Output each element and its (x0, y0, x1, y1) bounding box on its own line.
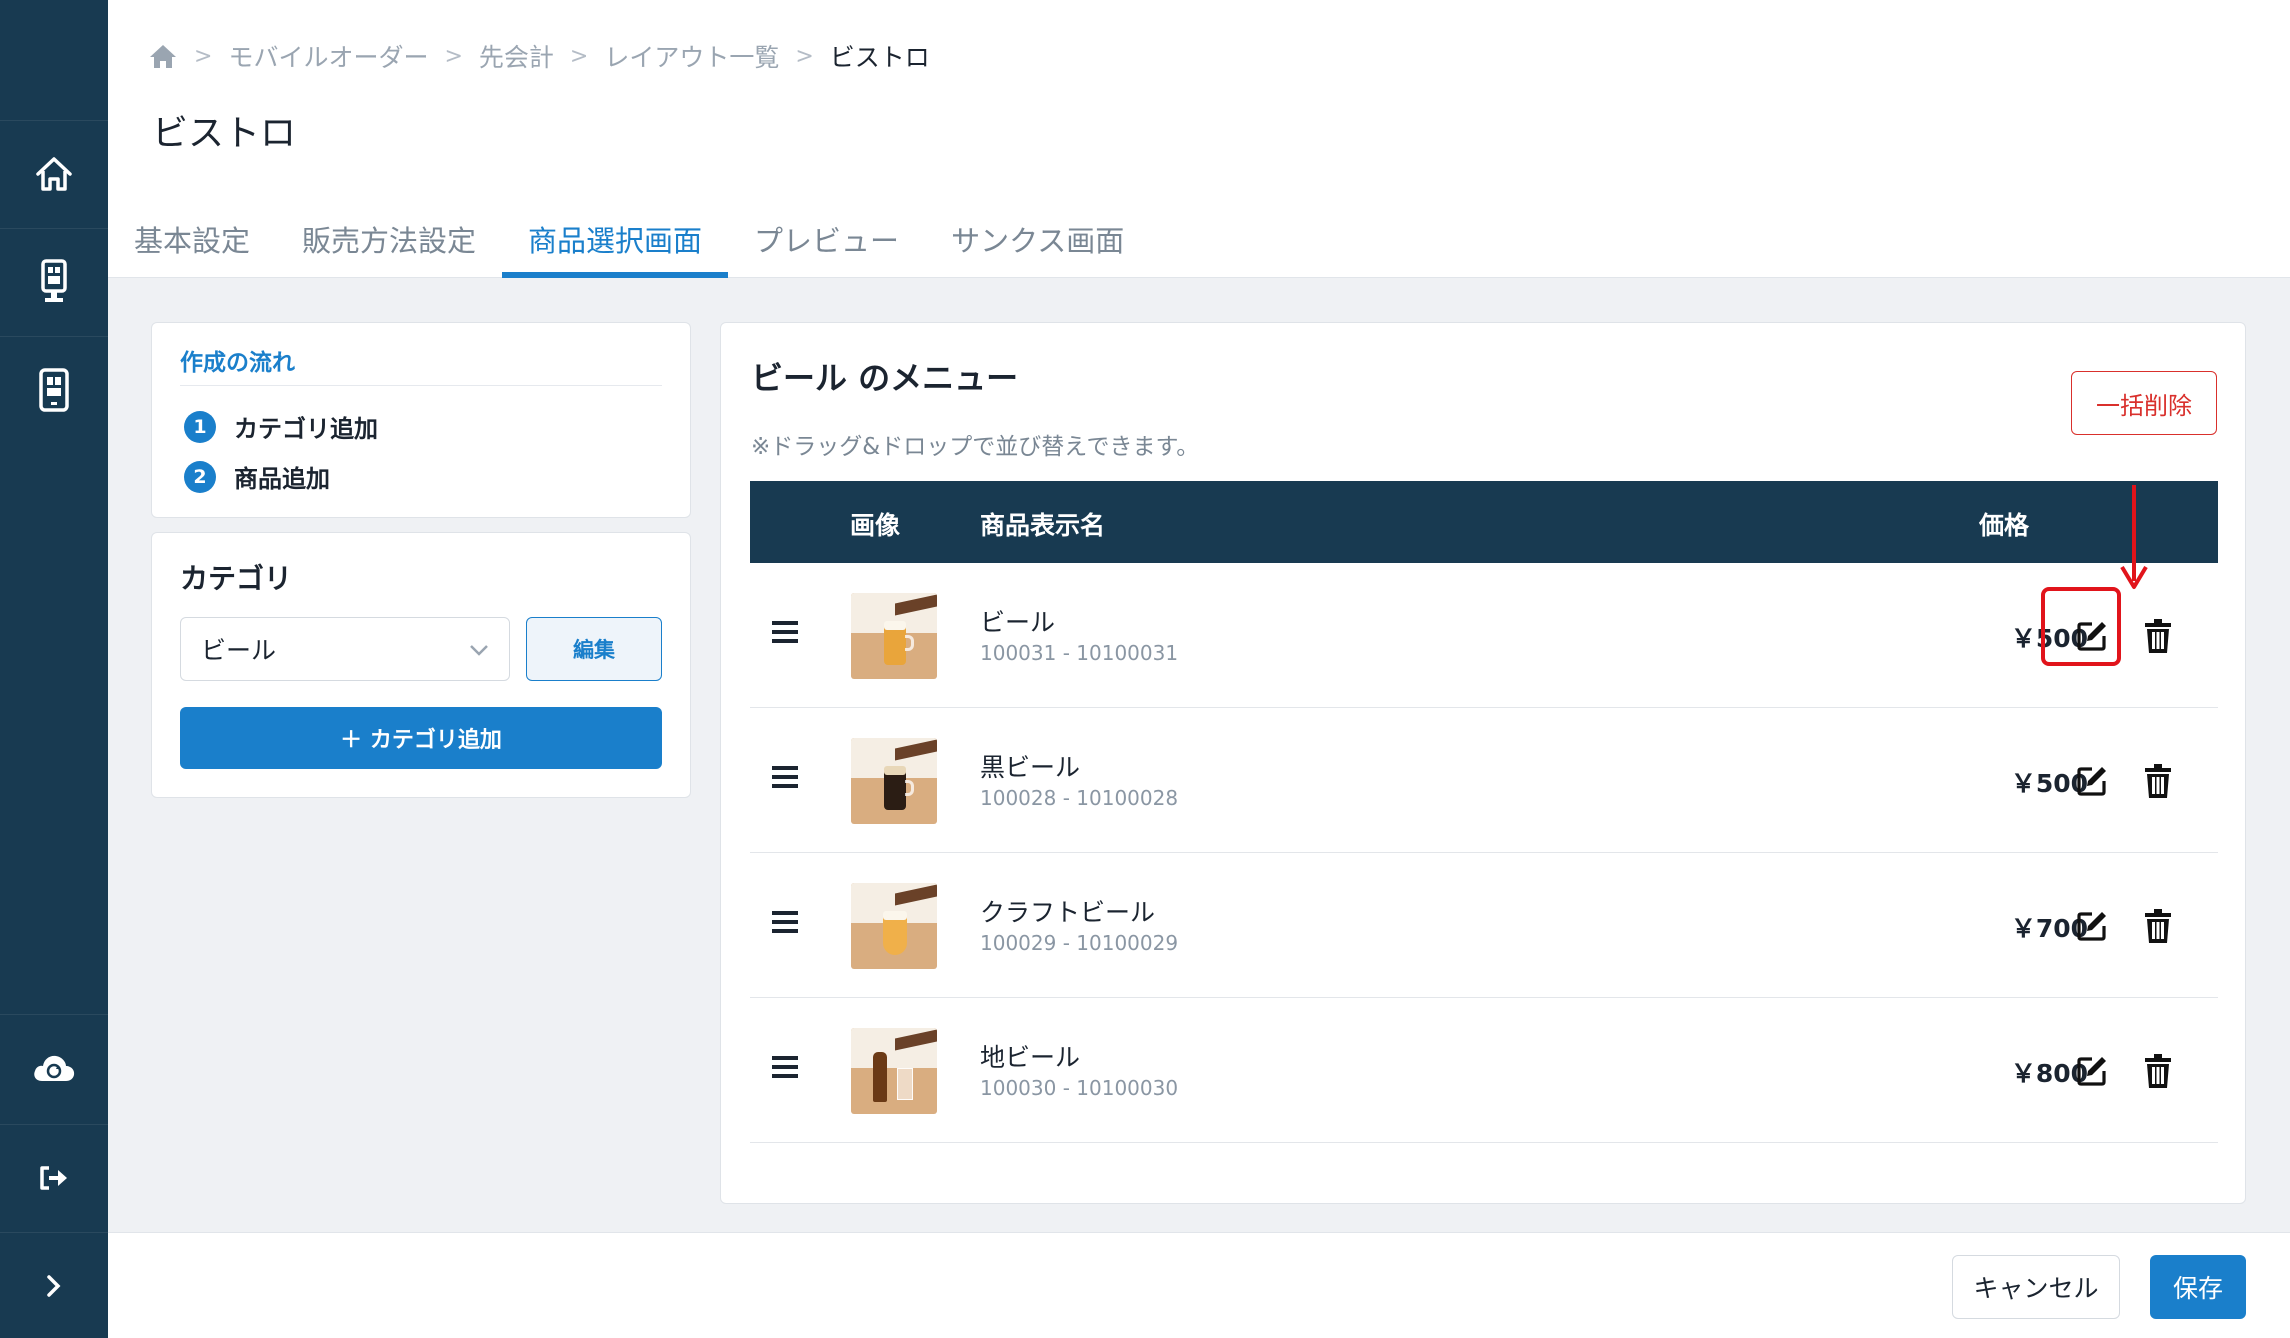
flow-title: 作成の流れ (180, 350, 295, 376)
drag-handle-icon[interactable] (772, 1056, 798, 1078)
flow-step: 2 商品追加 (184, 459, 330, 494)
table-header: 画像 商品表示名 価格 (750, 481, 2218, 563)
table-row[interactable]: ビール 100031 - 10100031 ￥500 (750, 563, 2218, 708)
breadcrumb-separator: > (569, 43, 589, 69)
page-header: > モバイルオーダー > 先会計 > レイアウト一覧 > ビストロ ビストロ 基… (108, 0, 2290, 278)
category-edit-button[interactable]: 編集 (526, 617, 662, 681)
trash-icon[interactable] (2144, 619, 2172, 653)
edit-icon[interactable] (2075, 1054, 2109, 1088)
menu-table-body: ビール 100031 - 10100031 ￥500 黒ビール 100028 -… (750, 563, 2218, 1173)
home-icon[interactable] (148, 43, 178, 69)
bulk-delete-button[interactable]: 一括削除 (2071, 371, 2217, 435)
category-title: カテゴリ (180, 562, 293, 595)
step-number-badge: 1 (184, 410, 216, 443)
category-select[interactable]: ビール (180, 617, 510, 681)
tab-bar: 基本設定 販売方法設定 商品選択画面 プレビュー サンクス画面 (108, 200, 1150, 278)
product-code: 100028 - 10100028 (980, 786, 1179, 810)
divider (180, 385, 662, 386)
breadcrumb: > モバイルオーダー > 先会計 > レイアウト一覧 > ビストロ (148, 38, 930, 74)
table-row[interactable]: 黒ビール 100028 - 10100028 ￥500 (750, 708, 2218, 853)
table-row[interactable]: クラフトビール 100029 - 10100029 ￥700 (750, 853, 2218, 998)
sidebar-item-expand[interactable] (0, 1232, 108, 1338)
edit-icon[interactable] (2075, 619, 2109, 653)
drag-drop-note: ※ドラッグ&ドロップで並び替えできます。 (751, 434, 1200, 460)
chevron-down-icon (470, 645, 488, 656)
product-code: 100029 - 10100029 (980, 931, 1179, 955)
kiosk-icon (41, 258, 67, 302)
product-code: 100031 - 10100031 (980, 641, 1179, 665)
menu-title: ビール のメニュー (751, 359, 1019, 397)
sidebar-item-cloud-sync[interactable] (0, 1014, 108, 1120)
sidebar-item-logout[interactable] (0, 1124, 108, 1230)
chevron-right-icon (47, 1274, 61, 1297)
sidebar (0, 0, 108, 1338)
save-button[interactable]: 保存 (2150, 1255, 2246, 1319)
trash-icon[interactable] (2144, 1054, 2172, 1088)
breadcrumb-separator: > (444, 43, 463, 69)
step-label: 商品追加 (234, 465, 330, 493)
flow-step: 1 カテゴリ追加 (184, 409, 378, 444)
product-name: 黒ビール (980, 753, 1081, 782)
breadcrumb-current: ビストロ (829, 43, 930, 72)
sidebar-item-kiosk[interactable] (0, 228, 108, 334)
cancel-button[interactable]: キャンセル (1952, 1255, 2120, 1319)
add-category-button[interactable]: ＋ カテゴリ追加 (180, 707, 662, 769)
trash-icon[interactable] (2144, 909, 2172, 943)
column-header-name: 商品表示名 (980, 511, 1106, 540)
sidebar-item-tablet[interactable] (0, 336, 108, 442)
tab-thanks-screen[interactable]: サンクス画面 (925, 200, 1150, 278)
flow-card: 作成の流れ 1 カテゴリ追加 2 商品追加 (151, 322, 691, 518)
product-name: クラフトビール (980, 898, 1156, 927)
home-icon (36, 156, 72, 191)
breadcrumb-mobile-order[interactable]: モバイルオーダー (228, 38, 428, 74)
product-code: 100030 - 10100030 (980, 1076, 1179, 1100)
tab-preview[interactable]: プレビュー (728, 200, 925, 278)
edit-icon[interactable] (2075, 764, 2109, 798)
drag-handle-icon[interactable] (772, 911, 798, 933)
breadcrumb-layout-list[interactable]: レイアウト一覧 (604, 38, 779, 74)
annotation-arrow-icon (2120, 485, 2148, 589)
edit-icon[interactable] (2075, 909, 2109, 943)
step-number-badge: 2 (184, 460, 216, 493)
product-image-dark-beer (851, 738, 937, 824)
category-selected-value: ビール (201, 636, 277, 665)
page-title: ビストロ (152, 113, 297, 154)
tablet-icon (39, 367, 69, 412)
breadcrumb-separator: > (795, 43, 814, 69)
product-image-local-beer (851, 1028, 937, 1114)
step-label: カテゴリ追加 (234, 415, 378, 443)
table-row[interactable]: 地ビール 100030 - 10100030 ￥800 (750, 998, 2218, 1143)
drag-handle-icon[interactable] (772, 766, 798, 788)
column-header-image: 画像 (850, 511, 901, 540)
product-image-beer (851, 593, 937, 679)
product-name: ビール (980, 608, 1056, 637)
drag-handle-icon[interactable] (772, 621, 798, 643)
tab-sales-method[interactable]: 販売方法設定 (276, 200, 502, 278)
column-header-price: 価格 (1979, 511, 2030, 540)
product-image-craft-beer (851, 883, 937, 969)
footer-bar: キャンセル 保存 (108, 1232, 2290, 1338)
tab-basic-settings[interactable]: 基本設定 (108, 200, 276, 278)
table-row[interactable] (750, 1143, 2218, 1173)
menu-card: ビール のメニュー ※ドラッグ&ドロップで並び替えできます。 一括削除 画像 商… (720, 322, 2246, 1204)
breadcrumb-prepay[interactable]: 先会計 (479, 38, 554, 74)
breadcrumb-separator: > (194, 43, 213, 69)
sidebar-item-home[interactable] (0, 120, 108, 226)
category-card: カテゴリ ビール 編集 ＋ カテゴリ追加 (151, 532, 691, 798)
cloud-sync-icon (34, 1055, 75, 1081)
logout-icon (40, 1165, 67, 1190)
product-name: 地ビール (980, 1043, 1081, 1072)
trash-icon[interactable] (2144, 764, 2172, 798)
tab-product-selection[interactable]: 商品選択画面 (502, 200, 729, 278)
